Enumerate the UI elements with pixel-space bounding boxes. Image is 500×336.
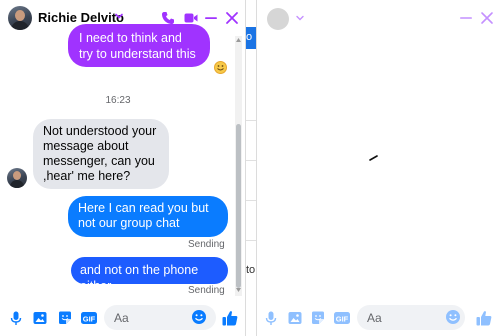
background-page-text: o — [246, 31, 253, 43]
message-input-placeholder: Aa — [367, 311, 382, 325]
message-outgoing-purple[interactable]: I need to think and try to understand th… — [68, 24, 210, 67]
image-icon[interactable] — [32, 310, 48, 326]
scroll-down-icon[interactable] — [235, 287, 242, 293]
close-icon[interactable] — [479, 10, 495, 26]
message-status: Sending — [188, 285, 225, 296]
sticker-icon[interactable] — [57, 310, 73, 326]
avatar-placeholder[interactable] — [267, 8, 289, 30]
gif-icon[interactable]: GIF — [80, 310, 98, 326]
message-status: Sending — [188, 239, 225, 250]
image-icon[interactable] — [287, 310, 303, 326]
background-page-text: to — [246, 264, 256, 276]
thumbs-up-icon[interactable] — [475, 309, 493, 327]
divider — [246, 240, 256, 241]
microphone-icon[interactable] — [263, 310, 279, 326]
loading-spinner-icon — [369, 155, 378, 161]
thumbs-up-icon[interactable] — [221, 309, 239, 327]
scroll-up-icon[interactable] — [235, 37, 242, 43]
emoji-icon[interactable] — [445, 309, 461, 325]
gif-label: GIF — [83, 314, 96, 323]
divider — [246, 200, 256, 201]
gif-icon[interactable]: GIF — [333, 310, 351, 326]
divider — [246, 120, 256, 121]
reaction-emoji-icon[interactable] — [214, 61, 227, 74]
close-icon[interactable] — [224, 10, 240, 26]
chat-window-richie: Richie Delvito I need to think and try t… — [0, 0, 246, 336]
scroll-thumb[interactable] — [236, 124, 241, 288]
message-input-placeholder: Aa — [114, 311, 129, 325]
sticker-icon[interactable] — [310, 310, 326, 326]
sender-avatar — [7, 168, 27, 188]
chevron-down-icon[interactable] — [113, 10, 125, 22]
message-outgoing[interactable]: Here I can read you but not our group ch… — [68, 196, 228, 237]
chat-window-loading: GIF Aa — [256, 0, 500, 336]
avatar[interactable] — [8, 6, 32, 30]
minimize-icon[interactable] — [203, 10, 219, 26]
chevron-down-icon[interactable] — [295, 13, 305, 23]
emoji-icon[interactable] — [191, 309, 207, 325]
divider — [246, 160, 256, 161]
contact-name[interactable]: Richie Delvito — [38, 10, 124, 25]
background-page-fragment: o to — [246, 0, 256, 336]
messenger-desktop: Richie Delvito I need to think and try t… — [0, 0, 500, 336]
message-incoming[interactable]: Not understood your message about messen… — [33, 119, 169, 189]
gif-label: GIF — [336, 314, 349, 323]
message-outgoing[interactable]: and not on the phone either — [71, 257, 228, 293]
microphone-icon[interactable] — [8, 310, 24, 326]
message-timestamp: 16:23 — [105, 95, 131, 106]
minimize-icon[interactable] — [458, 10, 474, 26]
background-page-bar: o — [246, 27, 256, 49]
